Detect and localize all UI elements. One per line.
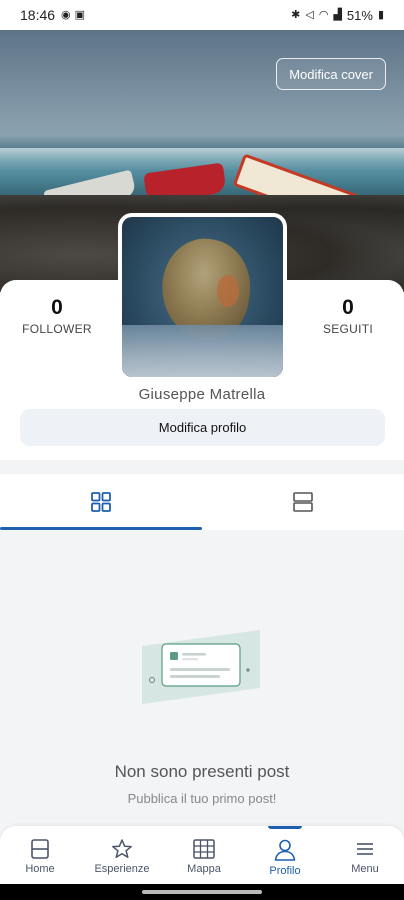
nav-item-profilo[interactable]: Profilo (245, 826, 325, 884)
user-icon (274, 839, 296, 861)
edit-profile-button[interactable]: Modifica profilo (20, 409, 385, 446)
nav-label-menu: Menu (351, 863, 379, 875)
status-bar: 18:46 ◉ ▣ ✱ ◁ ◠ ▟ 51% ▮ (0, 0, 404, 30)
hamburger-icon (357, 843, 373, 855)
empty-state-subtitle: Pubblica il tuo primo post! (127, 791, 277, 806)
nav-active-indicator (268, 826, 302, 829)
followers-count: 0 (51, 296, 63, 319)
nav-label-esperienze: Esperienze (94, 863, 150, 875)
list-icon (293, 492, 313, 512)
tab-list[interactable] (202, 474, 404, 530)
following-stat[interactable]: 0 SEGUITI (322, 296, 374, 336)
status-time: 18:46 (20, 7, 56, 23)
nav-item-mappa[interactable]: Mappa (164, 826, 244, 884)
nav-item-esperienze[interactable]: Esperienze (82, 826, 162, 884)
battery-icon: ▮ (377, 8, 384, 21)
nav-item-home[interactable]: Home (0, 826, 80, 884)
followers-label: FOLLOWER (22, 322, 92, 336)
edit-cover-button[interactable]: Modifica cover (276, 58, 386, 90)
nav-label-mappa: Mappa (187, 863, 221, 875)
map-icon (193, 839, 215, 859)
profile-screen: 18:46 ◉ ▣ ✱ ◁ ◠ ▟ 51% ▮ Modifica cover 0… (0, 0, 404, 900)
content-tabs (0, 474, 404, 530)
star-icon (112, 839, 132, 859)
empty-state: Non sono presenti post Pubblica il tuo p… (0, 530, 404, 826)
home-icon (31, 839, 49, 859)
home-gesture-handle[interactable] (142, 890, 262, 894)
battery-percent: 51% (346, 7, 373, 23)
bottom-nav: Home Esperienze Mappa Profilo Menu (0, 826, 404, 884)
nav-label-home: Home (25, 863, 55, 875)
notification-icons: ◉ ▣ (61, 8, 86, 21)
following-label: SEGUITI (322, 322, 374, 336)
avatar-stone-spot (217, 275, 239, 307)
mute-icon: ◁ (305, 8, 314, 21)
avatar-seabed (122, 325, 283, 377)
wifi-icon: ◠ (318, 8, 329, 21)
notification-app-icon: ◉ (61, 8, 71, 21)
followers-stat[interactable]: 0 FOLLOWER (22, 296, 92, 336)
avatar[interactable] (118, 213, 287, 381)
signal-icon: ▟ (333, 8, 342, 21)
bluetooth-icon: ✱ (291, 8, 301, 21)
status-right: ✱ ◁ ◠ ▟ 51% ▮ (291, 8, 384, 23)
tab-grid[interactable] (0, 474, 202, 530)
nav-item-menu[interactable]: Menu (325, 826, 404, 884)
nav-label-profilo: Profilo (269, 865, 301, 877)
gallery-notification-icon: ▣ (74, 8, 86, 21)
following-count: 0 (342, 296, 354, 319)
grid-icon (91, 492, 111, 512)
empty-state-title: Non sono presenti post (114, 762, 290, 781)
empty-posts-illustration (142, 630, 260, 704)
profile-name: Giuseppe Matrella (138, 386, 266, 403)
